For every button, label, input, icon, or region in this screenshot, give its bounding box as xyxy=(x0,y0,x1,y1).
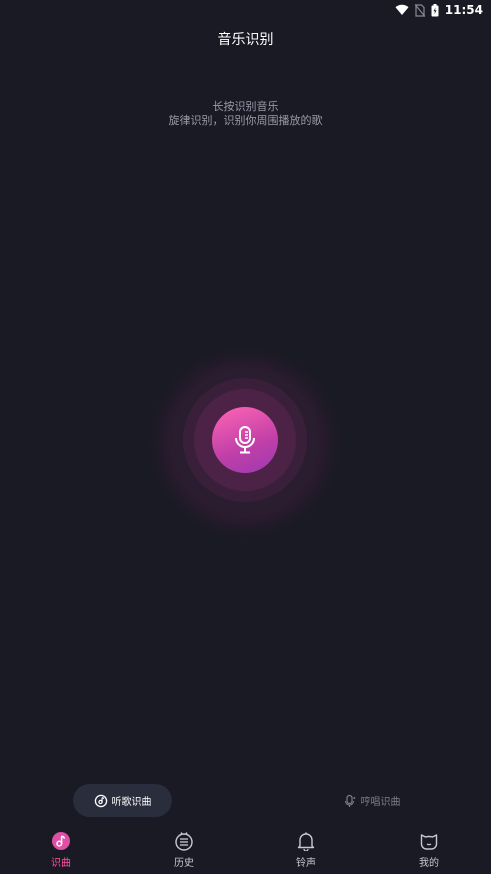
mode-tab-hum[interactable]: 哼唱识曲 xyxy=(322,784,421,817)
record-button[interactable] xyxy=(212,407,278,473)
music-disc-icon xyxy=(94,794,107,807)
nav-icon-history xyxy=(174,830,194,852)
nav-item-identify[interactable]: 识曲 xyxy=(21,830,101,874)
cat-face-icon xyxy=(420,834,438,850)
status-time: 11:54 xyxy=(444,3,483,17)
bottom-nav: 识曲 历史 铃声 我的 xyxy=(0,830,491,874)
mic-note-icon xyxy=(344,794,355,807)
no-sim-icon xyxy=(414,3,425,17)
nav-label-profile: 我的 xyxy=(419,858,439,869)
hint-text-secondary: 旋律识别，识别你周围播放的歌 xyxy=(168,114,323,127)
nav-icon-ringtone xyxy=(296,830,316,852)
music-note-icon xyxy=(52,832,70,850)
microphone-icon xyxy=(235,426,255,454)
battery-charging-icon xyxy=(431,3,439,16)
nav-item-profile[interactable]: 我的 xyxy=(389,830,469,874)
status-icons: 11:54 xyxy=(395,2,483,18)
history-list-icon xyxy=(175,832,193,851)
nav-icon-identify xyxy=(51,830,71,852)
mode-tab-listen-label: 听歌识曲 xyxy=(111,797,152,808)
nav-label-history: 历史 xyxy=(174,858,194,869)
mode-tabs: 听歌识曲 哼唱识曲 xyxy=(0,784,491,817)
nav-icon-profile xyxy=(419,830,439,852)
bell-icon xyxy=(297,832,315,851)
nav-item-ringtone[interactable]: 铃声 xyxy=(266,830,346,874)
mode-tab-listen[interactable]: 听歌识曲 xyxy=(73,784,172,817)
nav-label-ringtone: 铃声 xyxy=(296,858,316,869)
status-bar: 11:54 xyxy=(0,0,491,20)
page-title: 音乐识别 xyxy=(217,32,274,48)
nav-label-identify: 识曲 xyxy=(51,858,71,869)
wifi-icon xyxy=(395,4,409,16)
mode-tab-hum-label: 哼唱识曲 xyxy=(360,797,401,808)
nav-item-history[interactable]: 历史 xyxy=(144,830,224,874)
